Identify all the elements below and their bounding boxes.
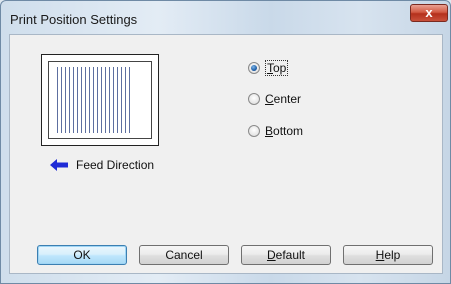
window-title: Print Position Settings [10,12,138,27]
paper-preview [41,54,159,146]
left-arrow-icon [50,159,68,171]
radio-center-control[interactable] [248,93,260,105]
radio-bottom[interactable]: Bottom [248,124,303,138]
print-area-preview [57,67,131,133]
radio-top[interactable]: Top [248,60,289,76]
radio-bottom-control[interactable] [248,125,260,137]
dialog-client-area: Feed Direction Top Center Bottom OK Canc… [9,34,443,274]
radio-center[interactable]: Center [248,92,301,106]
print-position-dialog: Print Position Settings x Feed Direction… [0,0,451,284]
paper-preview-page [48,61,152,139]
ok-button[interactable]: OK [37,245,127,265]
close-button[interactable]: x [410,4,448,22]
default-button[interactable]: Default [241,245,331,265]
title-bar[interactable]: Print Position Settings x [1,1,450,34]
radio-top-control[interactable] [248,62,260,74]
radio-center-label: Center [265,92,302,106]
feed-direction-indicator: Feed Direction [50,156,154,174]
cancel-button[interactable]: Cancel [139,245,229,265]
radio-top-label: Top [265,60,289,76]
feed-direction-label: Feed Direction [76,158,155,172]
help-button[interactable]: Help [343,245,433,265]
radio-bottom-label: Bottom [265,124,304,138]
close-icon: x [425,5,433,20]
